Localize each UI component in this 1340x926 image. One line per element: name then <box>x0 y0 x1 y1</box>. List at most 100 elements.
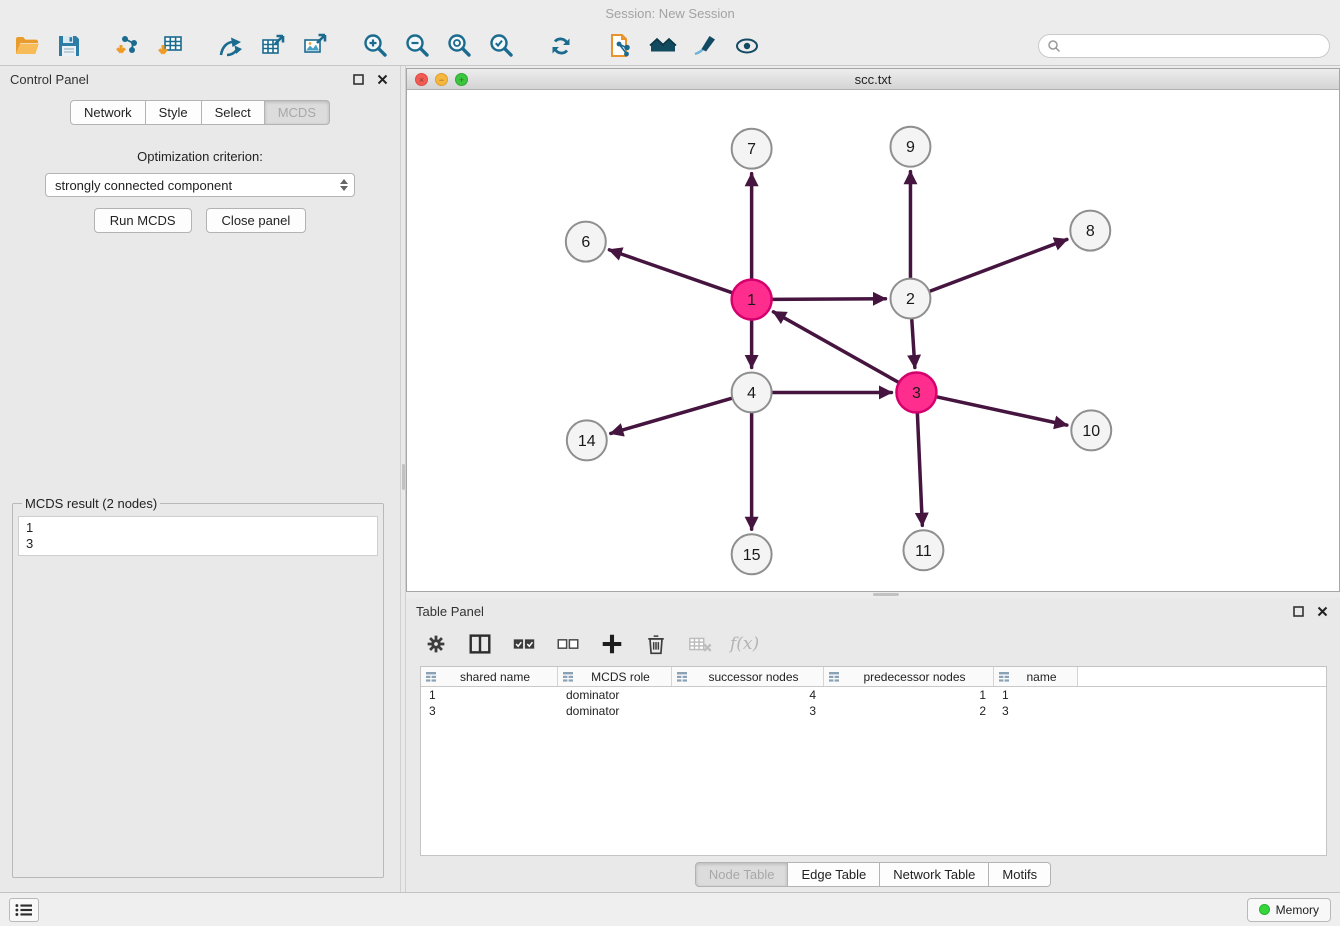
table-settings-gear-icon[interactable] <box>422 630 450 658</box>
cell-name[interactable]: 1 <box>994 688 1078 702</box>
window-controls: × − + <box>415 73 468 86</box>
close-panel-icon[interactable] <box>374 71 390 87</box>
select-all-icon[interactable] <box>510 630 538 658</box>
search-input[interactable] <box>1066 39 1321 53</box>
zoom-window-icon[interactable]: + <box>455 73 468 86</box>
close-panel-icon[interactable] <box>1314 603 1330 619</box>
node-table: shared name MCDS role successor nodes <box>420 666 1327 856</box>
tab-select[interactable]: Select <box>202 100 265 125</box>
cell-name[interactable]: 3 <box>994 704 1078 718</box>
table-panel-tabs: Node Table Edge Table Network Table Moti… <box>406 856 1340 892</box>
view-group <box>604 30 764 62</box>
function-builder-icon[interactable]: f(x) <box>730 634 759 654</box>
control-panel-tabs: Network Style Select MCDS <box>0 100 400 125</box>
mcds-result-fieldset: MCDS result (2 nodes) 1 3 <box>12 496 384 878</box>
network-window-titlebar: × − + scc.txt <box>407 69 1339 90</box>
graph-edge-3-11[interactable] <box>917 412 922 525</box>
mcds-result-list[interactable]: 1 3 <box>18 516 378 556</box>
show-graphics-details-icon[interactable] <box>730 30 764 62</box>
split-panel-icon[interactable] <box>466 630 494 658</box>
export-table-icon[interactable] <box>256 30 290 62</box>
cell-mcds-role[interactable]: dominator <box>558 704 672 718</box>
save-session-icon[interactable] <box>52 30 86 62</box>
add-column-icon[interactable] <box>598 630 626 658</box>
table-panel-header: Table Panel <box>406 598 1340 624</box>
tab-edge-table[interactable]: Edge Table <box>788 862 880 887</box>
import-group <box>112 30 188 62</box>
zoom-selected-icon[interactable] <box>484 30 518 62</box>
table-row[interactable]: 1 dominator 4 1 1 <box>421 687 1326 703</box>
column-header-name[interactable]: name <box>994 667 1078 686</box>
column-header-successor-nodes[interactable]: successor nodes <box>672 667 824 686</box>
tab-node-table[interactable]: Node Table <box>695 862 789 887</box>
float-panel-icon[interactable] <box>350 71 366 87</box>
open-file-icon[interactable] <box>10 30 44 62</box>
zoom-fit-icon[interactable] <box>442 30 476 62</box>
tab-mcds[interactable]: MCDS <box>265 100 330 125</box>
column-header-predecessor-nodes[interactable]: predecessor nodes <box>824 667 994 686</box>
optimization-criterion-label: Optimization criterion: <box>0 149 400 164</box>
splitter-grip[interactable] <box>402 464 405 490</box>
splitter-grip[interactable] <box>873 593 899 596</box>
graph-node-label-11: 11 <box>915 543 932 560</box>
import-public-network-icon[interactable] <box>604 30 638 62</box>
close-window-icon[interactable]: × <box>415 73 428 86</box>
column-header-mcds-role[interactable]: MCDS role <box>558 667 672 686</box>
column-header-shared-name[interactable]: shared name <box>421 667 558 686</box>
apply-style-icon[interactable] <box>688 30 722 62</box>
import-table-icon[interactable] <box>154 30 188 62</box>
import-network-icon[interactable] <box>112 30 146 62</box>
graph-node-label-8: 8 <box>1086 223 1095 240</box>
float-panel-icon[interactable] <box>1290 603 1306 619</box>
horizontal-splitter[interactable] <box>406 592 1340 598</box>
graph-edge-1-6[interactable] <box>609 250 732 293</box>
memory-button[interactable]: Memory <box>1247 898 1331 922</box>
deselect-all-icon[interactable] <box>554 630 582 658</box>
graph-node-label-6: 6 <box>581 234 590 251</box>
search-box <box>1038 34 1330 58</box>
graph-edge-2-3[interactable] <box>912 318 915 367</box>
mcds-result-line: 3 <box>26 536 370 552</box>
delete-table-icon[interactable] <box>686 630 714 658</box>
delete-column-icon[interactable] <box>642 630 670 658</box>
close-panel-button[interactable]: Close panel <box>206 208 307 233</box>
table-header-row: shared name MCDS role successor nodes <box>421 667 1326 687</box>
export-network-icon[interactable] <box>214 30 248 62</box>
list-icon <box>14 902 34 918</box>
optimization-criterion-select[interactable]: strongly connected component <box>45 173 355 197</box>
zoom-out-icon[interactable] <box>400 30 434 62</box>
table-row[interactable]: 3 dominator 3 2 3 <box>421 703 1326 719</box>
cell-shared-name[interactable]: 3 <box>421 704 558 718</box>
tab-motifs[interactable]: Motifs <box>989 862 1051 887</box>
refresh-icon[interactable] <box>544 30 578 62</box>
task-history-button[interactable] <box>9 898 39 922</box>
export-image-icon[interactable] <box>298 30 332 62</box>
graph-edge-3-10[interactable] <box>936 397 1067 425</box>
graph-node-label-3: 3 <box>912 385 921 402</box>
cell-successor-nodes[interactable]: 3 <box>672 704 824 718</box>
tab-network[interactable]: Network <box>70 100 146 125</box>
graph-node-label-1: 1 <box>747 292 756 309</box>
cell-mcds-role[interactable]: dominator <box>558 688 672 702</box>
graph-edge-2-8[interactable] <box>929 239 1067 291</box>
graph-node-label-10: 10 <box>1082 423 1100 440</box>
tab-network-table[interactable]: Network Table <box>880 862 989 887</box>
cell-shared-name[interactable]: 1 <box>421 688 558 702</box>
main-area: Control Panel Network Style Select MCDS … <box>0 66 1340 892</box>
cell-successor-nodes[interactable]: 4 <box>672 688 824 702</box>
zoom-in-icon[interactable] <box>358 30 392 62</box>
network-overview-icon[interactable] <box>646 30 680 62</box>
cell-predecessor-nodes[interactable]: 1 <box>824 688 994 702</box>
graph-node-label-15: 15 <box>743 547 761 564</box>
network-canvas[interactable]: 7968124314101511 <box>407 90 1339 591</box>
graph-edge-3-1[interactable] <box>773 312 899 383</box>
minimize-window-icon[interactable]: − <box>435 73 448 86</box>
run-mcds-button[interactable]: Run MCDS <box>94 208 192 233</box>
tab-style[interactable]: Style <box>146 100 202 125</box>
table-toolbar: f(x) <box>406 624 1340 664</box>
graph-edge-1-2[interactable] <box>772 299 886 300</box>
cell-predecessor-nodes[interactable]: 2 <box>824 704 994 718</box>
status-bar: Memory <box>0 892 1340 926</box>
graph-edge-4-14[interactable] <box>611 398 733 433</box>
vertical-splitter[interactable] <box>400 66 406 892</box>
